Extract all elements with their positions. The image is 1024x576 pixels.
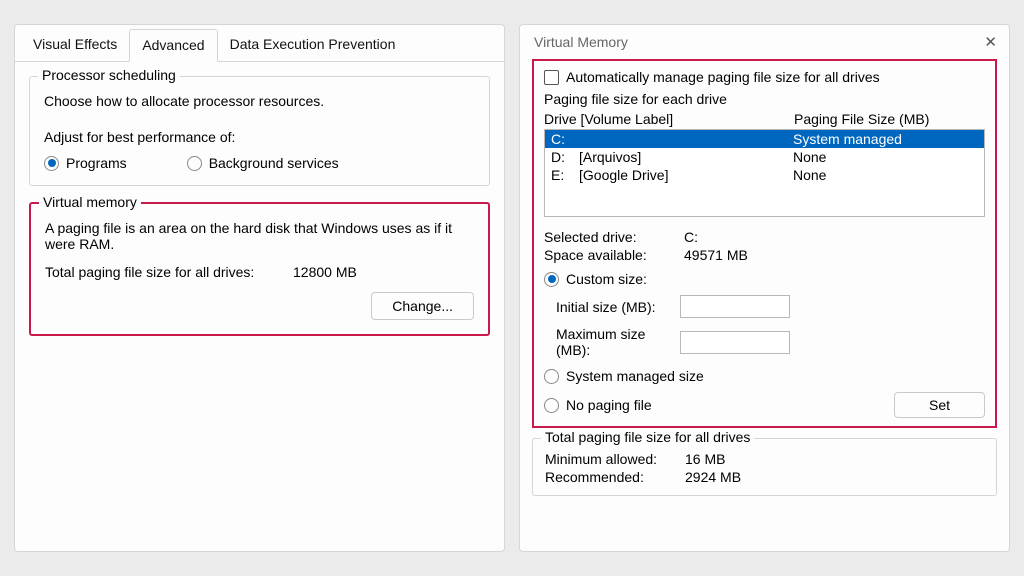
virtual-memory-title: Virtual memory — [39, 194, 141, 210]
auto-manage-checkbox[interactable]: Automatically manage paging file size fo… — [544, 69, 985, 85]
radio-programs[interactable]: Programs — [44, 155, 127, 171]
radio-dot-icon — [544, 398, 559, 413]
drive-letter: C: — [551, 131, 579, 147]
totals-group: Total paging file size for all drives Mi… — [532, 438, 997, 496]
initial-size-input[interactable] — [680, 295, 790, 318]
vm-desc: A paging file is an area on the hard dis… — [45, 220, 465, 252]
change-button[interactable]: Change... — [371, 292, 474, 320]
tab-visual-effects[interactable]: Visual Effects — [21, 29, 129, 61]
virtual-memory-dialog: Virtual Memory ✕ Automatically manage pa… — [519, 24, 1010, 552]
adjust-label: Adjust for best performance of: — [44, 129, 475, 145]
processor-scheduling-title: Processor scheduling — [38, 67, 180, 83]
vm-total-value: 12800 MB — [293, 264, 357, 280]
drive-row[interactable]: D: [Arquivos] None — [545, 148, 984, 166]
recommended-value: 2924 MB — [685, 469, 741, 485]
drive-list[interactable]: C: System managed D: [Arquivos] None E: … — [544, 129, 985, 217]
selected-drive-label: Selected drive: — [544, 229, 684, 245]
drive-letter: D: — [551, 149, 579, 165]
checkbox-icon — [544, 70, 559, 85]
no-paging-label: No paging file — [566, 397, 652, 413]
virtual-memory-group: Virtual memory A paging file is an area … — [29, 202, 490, 336]
maximum-size-label: Maximum size (MB): — [544, 326, 674, 358]
tab-advanced[interactable]: Advanced — [129, 29, 217, 62]
radio-dot-icon — [187, 156, 202, 171]
processor-scheduling-group: Processor scheduling Choose how to alloc… — [29, 76, 490, 186]
radio-no-paging[interactable]: No paging file — [544, 397, 652, 413]
drive-row[interactable]: C: System managed — [545, 130, 984, 148]
titlebar: Virtual Memory ✕ — [520, 25, 1009, 55]
drive-list-header: Drive [Volume Label] Paging File Size (M… — [544, 111, 985, 127]
min-allowed-label: Minimum allowed: — [545, 451, 685, 467]
each-drive-label: Paging file size for each drive — [544, 91, 985, 107]
min-allowed-value: 16 MB — [685, 451, 725, 467]
radio-background-label: Background services — [209, 155, 339, 171]
drive-volume: [Arquivos] — [579, 149, 793, 165]
drive-volume: [Google Drive] — [579, 167, 793, 183]
space-available-value: 49571 MB — [684, 247, 748, 263]
dialog-title: Virtual Memory — [534, 34, 628, 50]
radio-dot-icon — [544, 272, 559, 287]
paging-settings-section: Automatically manage paging file size fo… — [532, 59, 997, 428]
radio-background[interactable]: Background services — [187, 155, 339, 171]
drive-volume — [579, 131, 793, 147]
performance-options-panel: Visual Effects Advanced Data Execution P… — [14, 24, 505, 552]
radio-system-managed[interactable]: System managed size — [544, 368, 985, 384]
drive-size: None — [793, 149, 826, 165]
radio-custom-size[interactable]: Custom size: — [544, 271, 985, 287]
drive-row[interactable]: E: [Google Drive] None — [545, 166, 984, 184]
space-available-label: Space available: — [544, 247, 684, 263]
col-drive: Drive [Volume Label] — [544, 111, 794, 127]
processor-desc: Choose how to allocate processor resourc… — [44, 93, 475, 109]
col-size: Paging File Size (MB) — [794, 111, 929, 127]
radio-programs-label: Programs — [66, 155, 127, 171]
tab-strip: Visual Effects Advanced Data Execution P… — [15, 25, 504, 62]
totals-title: Total paging file size for all drives — [541, 429, 754, 445]
radio-dot-icon — [44, 156, 59, 171]
drive-size: System managed — [793, 131, 902, 147]
drive-letter: E: — [551, 167, 579, 183]
initial-size-label: Initial size (MB): — [544, 299, 674, 315]
custom-size-label: Custom size: — [566, 271, 647, 287]
set-button[interactable]: Set — [894, 392, 985, 418]
drive-size: None — [793, 167, 826, 183]
recommended-label: Recommended: — [545, 469, 685, 485]
vm-total-label: Total paging file size for all drives: — [45, 264, 293, 280]
radio-dot-icon — [544, 369, 559, 384]
maximum-size-input[interactable] — [680, 331, 790, 354]
auto-manage-label: Automatically manage paging file size fo… — [566, 69, 880, 85]
tab-dep[interactable]: Data Execution Prevention — [218, 29, 408, 61]
close-icon[interactable]: ✕ — [984, 33, 997, 51]
system-managed-label: System managed size — [566, 368, 704, 384]
selected-drive-value: C: — [684, 229, 698, 245]
